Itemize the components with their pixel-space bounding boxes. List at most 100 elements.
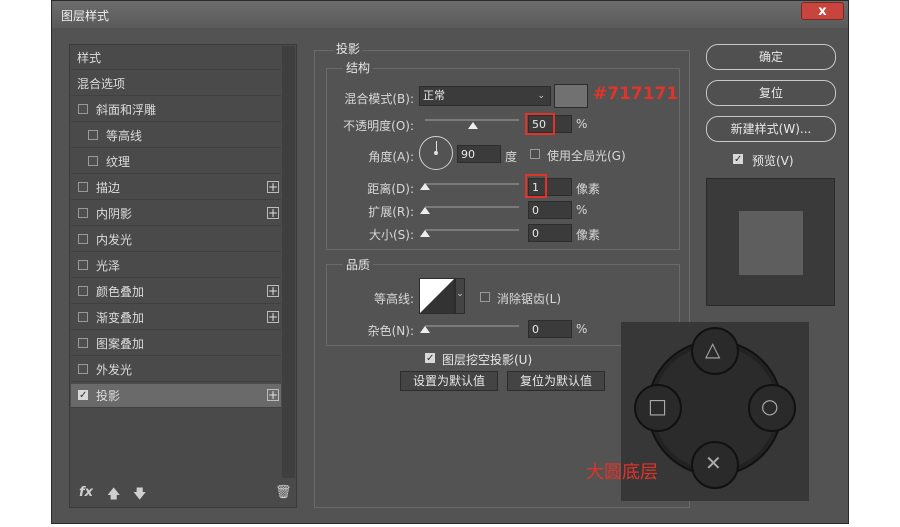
shadow-color-swatch[interactable] <box>554 84 588 108</box>
move-up-icon[interactable]: 🡅 <box>107 485 120 507</box>
sidebar-item[interactable]: 外发光 <box>71 358 281 382</box>
distance-label: 距离(D): <box>367 182 414 196</box>
sidebar-item[interactable]: 内阴影 + <box>71 202 281 226</box>
sidebar-item[interactable]: 斜面和浮雕 <box>71 98 281 122</box>
sidebar-item-checkbox[interactable] <box>88 156 98 166</box>
sidebar-item-label: 内发光 <box>96 233 133 247</box>
sidebar-item[interactable]: 描边 + <box>71 176 281 200</box>
angle-unit: 度 <box>505 150 518 164</box>
sidebar-item-checkbox[interactable] <box>88 130 98 140</box>
quality-title: 品质 <box>343 256 374 273</box>
add-effect-icon[interactable]: + <box>267 181 279 193</box>
reset-default-button[interactable]: 复位为默认值 <box>507 371 605 391</box>
cross-icon: ✕ <box>705 451 722 475</box>
new-style-button[interactable]: 新建样式(W)... <box>706 116 836 142</box>
noise-track[interactable] <box>425 325 519 327</box>
sidebar-item[interactable]: 样式 <box>71 46 281 70</box>
sidebar-item-checkbox[interactable] <box>78 364 88 374</box>
global-light-label: 使用全局光(G) <box>547 149 626 163</box>
set-default-button[interactable]: 设置为默认值 <box>400 371 498 391</box>
sidebar-item-checkbox[interactable] <box>78 234 88 244</box>
close-button[interactable]: x <box>801 2 844 20</box>
sidebar-item-label: 描边 <box>96 181 121 195</box>
blend-mode-label: 混合模式(B): <box>344 92 414 106</box>
antialias-label: 消除锯齿(L) <box>497 292 562 306</box>
reset-button[interactable]: 复位 <box>706 80 836 106</box>
angle-label: 角度(A): <box>368 150 414 164</box>
sidebar-item-checkbox[interactable] <box>78 260 88 270</box>
distance-unit: 像素 <box>576 182 601 196</box>
fx-menu-button[interactable]: fx <box>79 485 93 500</box>
sidebar-item-checkbox[interactable] <box>78 104 88 114</box>
add-effect-icon[interactable]: + <box>267 285 279 297</box>
caption-annotation: 大圆底层 <box>586 462 658 483</box>
sidebar-item[interactable]: 渐变叠加 + <box>71 306 281 330</box>
sidebar-item-checkbox[interactable] <box>78 338 88 348</box>
sidebar-item-label: 混合选项 <box>77 77 126 91</box>
sidebar-item-label: 渐变叠加 <box>96 311 145 325</box>
size-slider-handle[interactable] <box>420 230 430 237</box>
noise-slider-handle[interactable] <box>420 326 430 333</box>
angle-dial[interactable] <box>419 136 453 170</box>
knockout-checkbox[interactable]: ✓ <box>425 353 435 364</box>
size-input[interactable]: 0 <box>528 224 572 242</box>
sidebar-item[interactable]: 光泽 <box>71 254 281 278</box>
sidebar-item[interactable]: 纹理 <box>71 150 281 174</box>
opacity-highlight <box>525 113 555 135</box>
sidebar-item-label: 光泽 <box>96 259 121 273</box>
sidebar-item-label: 纹理 <box>106 155 131 169</box>
style-preview <box>706 178 835 306</box>
antialias-checkbox[interactable] <box>480 292 490 302</box>
preview-checkbox[interactable]: ✓ <box>733 154 743 165</box>
spread-slider-handle[interactable] <box>420 207 430 214</box>
add-effect-icon[interactable]: + <box>267 311 279 323</box>
contour-preview[interactable] <box>419 278 455 314</box>
spread-input[interactable]: 0 <box>528 201 572 219</box>
sidebar-item[interactable]: 等高线 <box>71 124 281 148</box>
sidebar-item-label: 图案叠加 <box>96 337 145 351</box>
sidebar-item[interactable]: 内发光 <box>71 228 281 252</box>
blend-mode-value: 正常 <box>423 89 445 102</box>
sidebar-item-label: 外发光 <box>96 363 133 377</box>
spread-track[interactable] <box>425 206 519 208</box>
global-light-checkbox[interactable] <box>530 149 540 159</box>
sidebar-item-checkbox[interactable] <box>78 286 88 296</box>
distance-track[interactable] <box>425 183 519 185</box>
distance-slider-handle[interactable] <box>420 183 430 190</box>
contour-dropdown-icon[interactable]: ⌄ <box>455 278 465 314</box>
noise-label: 杂色(N): <box>367 324 414 338</box>
sidebar-item-checkbox[interactable] <box>78 208 88 218</box>
sidebar-item-label: 等高线 <box>106 129 143 143</box>
size-track[interactable] <box>425 229 519 231</box>
contour-label: 等高线: <box>373 292 414 306</box>
hex-color-annotation: #717171 <box>593 84 679 104</box>
move-down-icon[interactable]: 🡇 <box>133 485 146 507</box>
ok-button[interactable]: 确定 <box>706 44 836 70</box>
opacity-track[interactable] <box>425 119 519 121</box>
preview-label: 预览(V) <box>752 154 794 168</box>
add-effect-icon[interactable]: + <box>267 389 279 401</box>
trash-icon[interactable]: 🗑 <box>275 485 292 500</box>
sidebar-item[interactable]: 混合选项 <box>71 72 281 96</box>
opacity-slider-handle[interactable] <box>468 122 478 129</box>
sidebar-item[interactable]: ✓ 投影 + <box>71 384 281 408</box>
sidebar-item-checkbox[interactable] <box>78 312 88 322</box>
distance-highlight <box>525 174 547 198</box>
sidebar-item[interactable]: 图案叠加 <box>71 332 281 356</box>
chevron-down-icon: ⌄ <box>537 91 545 101</box>
add-effect-icon[interactable]: + <box>267 207 279 219</box>
preview-swatch <box>739 211 803 275</box>
square-icon: □ <box>648 394 667 418</box>
title-bar: 图层样式 x <box>52 1 848 28</box>
sidebar-item[interactable]: 颜色叠加 + <box>71 280 281 304</box>
blend-mode-select[interactable]: 正常 ⌄ <box>419 86 551 106</box>
sidebar-item-checkbox[interactable]: ✓ <box>78 390 88 401</box>
list-scrollbar[interactable] <box>282 46 295 478</box>
noise-input[interactable]: 0 <box>528 320 572 338</box>
circle-icon: ○ <box>761 394 779 418</box>
sidebar-item-checkbox[interactable] <box>78 182 88 192</box>
angle-input[interactable]: 90 <box>457 145 501 163</box>
sidebar-item-label: 斜面和浮雕 <box>96 103 157 117</box>
sidebar-item-label: 颜色叠加 <box>96 285 145 299</box>
effects-list: 样式 混合选项 斜面和浮雕 等高线 纹理 描边 + 内阴影 + 内发光 光泽 颜色叠加 + 渐变叠加 + 图案… <box>69 44 297 508</box>
